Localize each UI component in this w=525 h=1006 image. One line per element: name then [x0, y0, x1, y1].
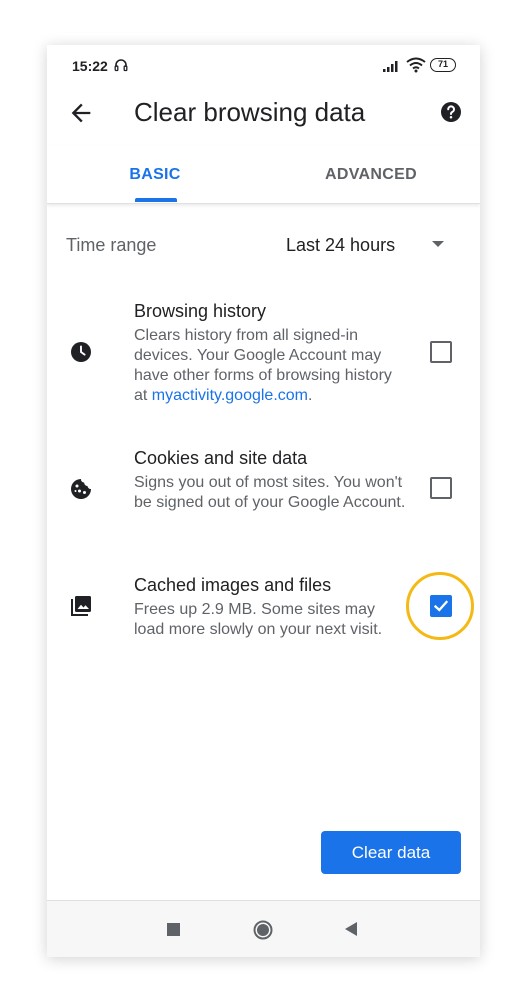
- tab-bar: BASIC ADVANCED: [47, 145, 480, 204]
- tab-basic[interactable]: BASIC: [47, 145, 263, 203]
- option-title: Cookies and site data: [134, 448, 308, 468]
- screenshot-stage: 15:22 71 Clear browsing data BASIC ADVAN…: [0, 0, 525, 1006]
- highlight-ring: [406, 572, 474, 640]
- option-title: Cached images and files: [134, 575, 332, 595]
- app-bar: Clear browsing data: [47, 85, 480, 145]
- option-description: Frees up 2.9 MB. Some sites may load mor…: [134, 601, 383, 638]
- page-title: Clear browsing data: [134, 97, 366, 127]
- phone-screen: 15:22 71 Clear browsing data BASIC ADVAN…: [47, 45, 480, 957]
- cookie-icon: [71, 479, 91, 499]
- help-icon[interactable]: [439, 100, 463, 124]
- myactivity-link[interactable]: myactivity.google.com: [152, 387, 308, 404]
- cookies-checkbox[interactable]: [430, 477, 452, 499]
- dropdown-arrow-icon: [432, 241, 444, 247]
- browsing-history-checkbox[interactable]: [430, 341, 452, 363]
- option-title: Browsing history: [134, 301, 267, 321]
- navigation-bar: [47, 900, 480, 957]
- headset-icon: [114, 59, 128, 72]
- tab-indicator: [135, 198, 177, 202]
- wifi-icon: [406, 57, 426, 73]
- back-triangle-icon[interactable]: [344, 921, 358, 937]
- home-circle-icon[interactable]: [253, 920, 273, 940]
- time-range-label: Time range: [66, 235, 157, 255]
- time-range-value: Last 24 hours: [286, 235, 396, 255]
- clock-icon: [71, 342, 91, 362]
- signal-icon: [383, 61, 398, 72]
- status-time: 15:22: [72, 58, 108, 74]
- battery-icon: 71: [430, 58, 456, 72]
- tab-advanced[interactable]: ADVANCED: [263, 145, 479, 203]
- clear-data-button[interactable]: Clear data: [321, 831, 461, 874]
- image-icon: [71, 596, 91, 616]
- option-description-end: .: [308, 387, 313, 404]
- arrow-back-icon[interactable]: [67, 99, 95, 127]
- recents-square-icon[interactable]: [167, 923, 180, 936]
- status-bar: 15:22 71: [47, 45, 480, 85]
- time-range-dropdown[interactable]: Last 24 hours: [277, 225, 457, 265]
- option-description: Clears history from all signed-in device…: [134, 326, 409, 406]
- option-description: Signs you out of most sites. You won't b…: [134, 474, 406, 511]
